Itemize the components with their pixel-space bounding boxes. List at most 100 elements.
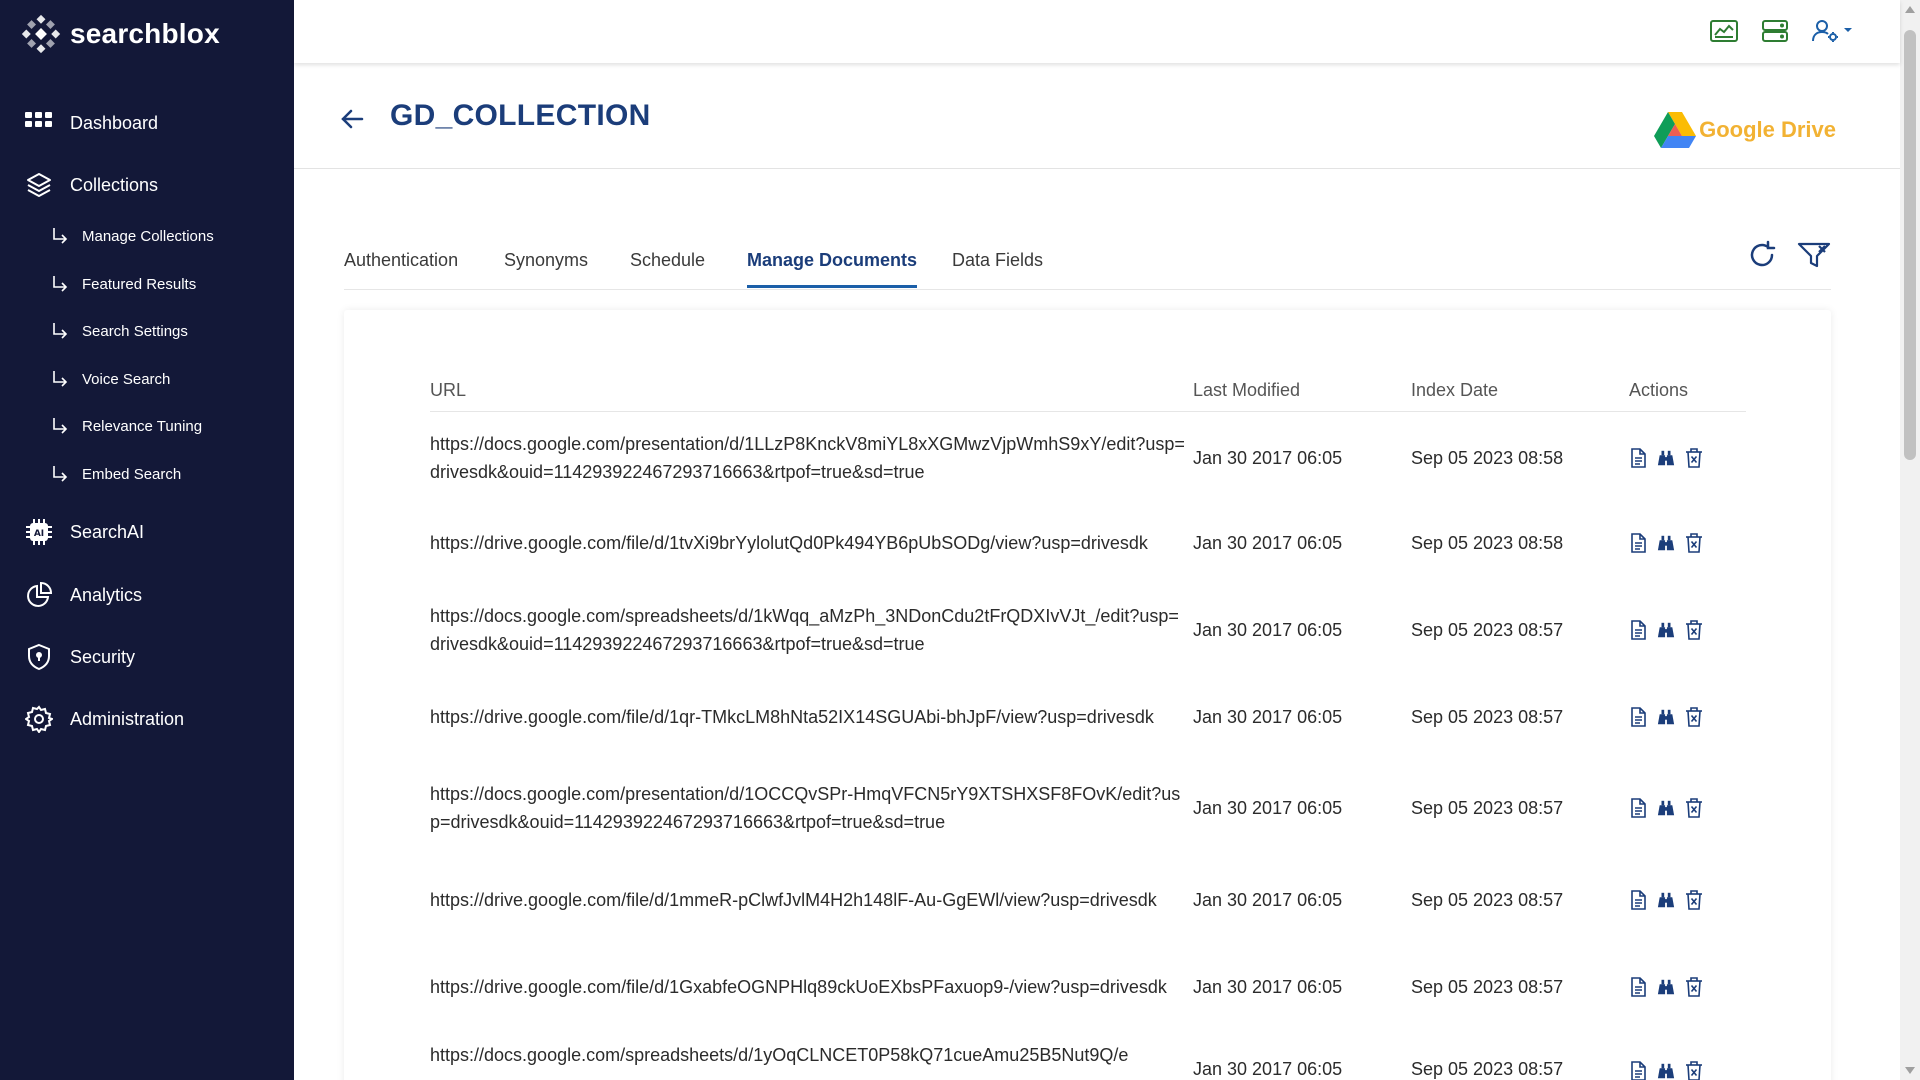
document-url[interactable]: https://docs.google.com/spreadsheets/d/1… bbox=[430, 1041, 1193, 1071]
table-row: https://drive.google.com/file/d/1GxabfeO… bbox=[430, 943, 1746, 1031]
tab-manage-documents[interactable]: Manage Documents bbox=[747, 250, 918, 288]
table-row: https://docs.google.com/spreadsheets/d/1… bbox=[430, 1031, 1746, 1080]
document-icon[interactable] bbox=[1629, 1061, 1647, 1080]
scroll-up-arrow-icon[interactable] bbox=[1905, 6, 1915, 13]
sidebar-subitem-relevance-tuning[interactable]: Relevance Tuning bbox=[50, 416, 202, 436]
last-modified-value: Jan 30 2017 06:05 bbox=[1193, 532, 1343, 553]
sidebar-subitem-label: Embed Search bbox=[82, 465, 182, 483]
sidebar-subitem-search-settings[interactable]: Search Settings bbox=[50, 321, 188, 341]
document-url[interactable]: https://docs.google.com/presentation/d/1… bbox=[430, 430, 1193, 486]
sidebar-item-administration[interactable]: Administration bbox=[24, 704, 184, 734]
document-icon[interactable] bbox=[1629, 977, 1647, 997]
sidebar-item-label: Analytics bbox=[70, 584, 143, 605]
trash-icon[interactable] bbox=[1685, 532, 1703, 553]
document-url[interactable]: https://drive.google.com/file/d/1mmeR-pC… bbox=[430, 886, 1193, 914]
sidebar: searchblox Dashboard Collections Manage … bbox=[0, 0, 294, 1080]
last-modified-value: Jan 30 2017 06:05 bbox=[1193, 707, 1343, 727]
sidebar-item-dashboard[interactable]: Dashboard bbox=[24, 108, 158, 138]
binoculars-icon[interactable] bbox=[1657, 890, 1675, 910]
binoculars-icon[interactable] bbox=[1657, 448, 1675, 468]
tab-schedule[interactable]: Schedule bbox=[630, 250, 705, 285]
sidebar-item-collections[interactable]: Collections bbox=[24, 170, 158, 200]
sidebar-subitem-voice-search[interactable]: Voice Search bbox=[50, 369, 170, 389]
document-url[interactable]: https://docs.google.com/presentation/d/1… bbox=[430, 780, 1193, 836]
row-actions bbox=[1629, 707, 1746, 727]
binoculars-icon[interactable] bbox=[1657, 533, 1675, 553]
sidebar-subitem-manage-collections[interactable]: Manage Collections bbox=[50, 226, 214, 246]
row-actions bbox=[1629, 620, 1746, 640]
last-modified-value: Jan 30 2017 06:05 bbox=[1193, 977, 1343, 997]
server-stack-icon[interactable] bbox=[1761, 16, 1789, 46]
return-arrow-icon bbox=[53, 323, 68, 339]
user-settings-icon[interactable] bbox=[1811, 16, 1855, 46]
sidebar-subitem-featured-results[interactable]: Featured Results bbox=[50, 274, 196, 294]
index-date-value: Sep 05 2023 08:57 bbox=[1411, 798, 1564, 818]
monitor-chart-icon[interactable] bbox=[1709, 16, 1739, 46]
table-row: https://docs.google.com/presentation/d/1… bbox=[430, 412, 1746, 499]
dashboard-grid-icon bbox=[24, 108, 54, 138]
table-row: https://docs.google.com/spreadsheets/d/1… bbox=[430, 586, 1746, 674]
sidebar-item-searchai[interactable]: AI SearchAI bbox=[24, 517, 144, 547]
sidebar-item-security[interactable]: Security bbox=[24, 642, 135, 672]
layers-icon bbox=[24, 170, 54, 200]
index-date-value: Sep 05 2023 08:57 bbox=[1411, 1059, 1564, 1079]
document-url[interactable]: https://drive.google.com/file/d/1qr-TMkc… bbox=[430, 703, 1193, 731]
sidebar-item-label: Collections bbox=[70, 174, 159, 195]
scroll-down-arrow-icon[interactable] bbox=[1905, 1067, 1915, 1074]
top-bar bbox=[294, 0, 1900, 63]
pie-chart-icon bbox=[24, 580, 54, 610]
document-url[interactable]: https://docs.google.com/spreadsheets/d/1… bbox=[430, 602, 1193, 658]
vertical-scrollbar[interactable] bbox=[1900, 0, 1920, 1080]
binoculars-icon[interactable] bbox=[1657, 1061, 1675, 1080]
brand[interactable]: searchblox bbox=[20, 12, 220, 56]
document-icon[interactable] bbox=[1629, 447, 1647, 468]
document-icon[interactable] bbox=[1629, 707, 1647, 727]
document-icon[interactable] bbox=[1629, 798, 1647, 818]
table-header: URL Last Modified Index Date Actions bbox=[430, 370, 1746, 412]
document-icon[interactable] bbox=[1629, 532, 1647, 553]
sidebar-item-label: SearchAI bbox=[70, 521, 145, 542]
document-url[interactable]: https://drive.google.com/file/d/1tvXi9br… bbox=[430, 529, 1193, 557]
trash-icon[interactable] bbox=[1685, 977, 1703, 997]
binoculars-icon[interactable] bbox=[1657, 798, 1675, 818]
brand-name: searchblox bbox=[70, 18, 220, 49]
document-icon[interactable] bbox=[1629, 889, 1647, 910]
documents-card: URL Last Modified Index Date Actions htt… bbox=[344, 310, 1831, 1080]
svg-text:AI: AI bbox=[34, 529, 44, 539]
filter-clear-icon[interactable] bbox=[1797, 238, 1831, 272]
searchblox-logo-icon bbox=[21, 14, 61, 54]
tab-authentication[interactable]: Authentication bbox=[344, 250, 458, 285]
sidebar-item-analytics[interactable]: Analytics bbox=[24, 580, 142, 610]
tab-synonyms[interactable]: Synonyms bbox=[504, 250, 588, 285]
column-header-last-modified[interactable]: Last Modified bbox=[1193, 380, 1411, 401]
binoculars-icon[interactable] bbox=[1657, 620, 1675, 640]
row-actions bbox=[1629, 1041, 1746, 1080]
trash-icon[interactable] bbox=[1685, 707, 1703, 727]
sidebar-subitem-label: Featured Results bbox=[82, 275, 197, 293]
last-modified-value: Jan 30 2017 06:05 bbox=[1193, 447, 1343, 468]
trash-icon[interactable] bbox=[1685, 889, 1703, 910]
scroll-thumb[interactable] bbox=[1904, 30, 1916, 460]
document-icon[interactable] bbox=[1629, 620, 1647, 640]
table-row: https://docs.google.com/presentation/d/1… bbox=[430, 760, 1746, 856]
table-row: https://drive.google.com/file/d/1qr-TMkc… bbox=[430, 674, 1746, 760]
refresh-icon[interactable] bbox=[1745, 238, 1779, 272]
return-arrow-icon bbox=[53, 418, 68, 434]
document-url[interactable]: https://drive.google.com/file/d/1GxabfeO… bbox=[430, 973, 1193, 1001]
sidebar-subitem-embed-search[interactable]: Embed Search bbox=[50, 464, 181, 484]
trash-icon[interactable] bbox=[1685, 447, 1703, 468]
trash-icon[interactable] bbox=[1685, 1061, 1703, 1080]
sidebar-subitem-label: Relevance Tuning bbox=[82, 417, 203, 435]
binoculars-icon[interactable] bbox=[1657, 707, 1675, 727]
row-actions bbox=[1629, 532, 1746, 553]
tab-data-fields[interactable]: Data Fields bbox=[952, 250, 1043, 285]
index-date-value: Sep 05 2023 08:57 bbox=[1411, 620, 1564, 640]
column-header-index-date[interactable]: Index Date bbox=[1411, 380, 1629, 401]
column-header-url[interactable]: URL bbox=[430, 380, 1193, 401]
back-arrow-icon[interactable] bbox=[338, 105, 366, 133]
row-actions bbox=[1629, 798, 1746, 818]
return-arrow-icon bbox=[53, 371, 68, 387]
trash-icon[interactable] bbox=[1685, 798, 1703, 818]
trash-icon[interactable] bbox=[1685, 620, 1703, 640]
binoculars-icon[interactable] bbox=[1657, 977, 1675, 997]
